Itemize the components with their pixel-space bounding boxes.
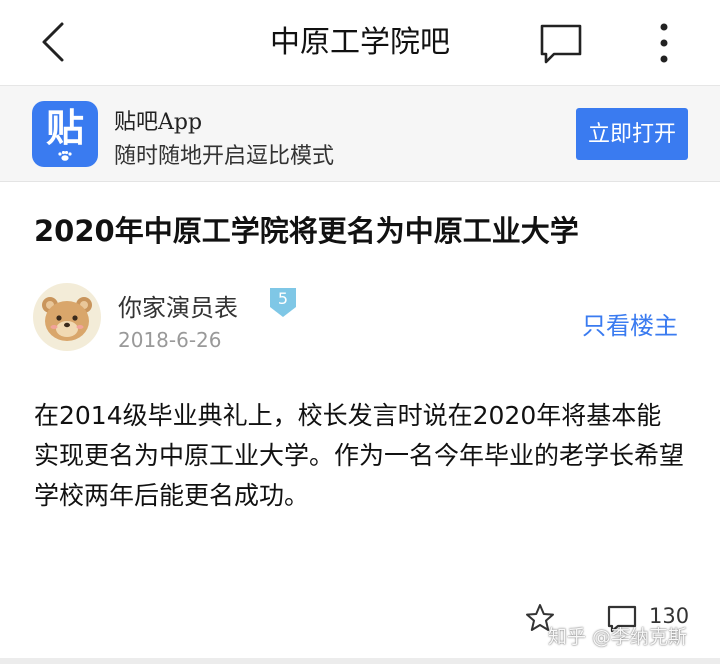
post-date: 2018-6-26 [118, 328, 222, 352]
post-title: 2020年中原工学院将更名为中原工业大学 [34, 214, 579, 248]
promo-app-name: 贴吧App [114, 110, 203, 135]
more-vertical-icon[interactable] [646, 20, 682, 66]
post-body: 在2014级毕业典礼上，校长发言时说在2020年将基本能实现更名为中原工业大学。… [34, 401, 685, 510]
level-badge: 5 [277, 289, 289, 308]
tieba-app-logo: 贴 [32, 101, 98, 167]
promo-tagline: 随时随地开启逗比模式 [114, 144, 335, 169]
app-promo-banner: 贴 贴吧App 随时随地开启逗比模式 立即打开 [0, 86, 720, 182]
watermark: 知乎 @李纳克斯 [548, 626, 688, 648]
page-title: 中原工学院吧 [270, 25, 450, 60]
top-navigation-bar: 中原工学院吧 [0, 0, 720, 86]
only-host-button[interactable]: 只看楼主 [582, 306, 678, 341]
avatar[interactable] [33, 283, 101, 351]
open-app-button[interactable]: 立即打开 [576, 108, 688, 160]
app-logo-glyph: 贴 [45, 106, 84, 150]
author-name[interactable]: 你家演员表 [118, 288, 238, 323]
paw-icon [58, 151, 72, 161]
comment-icon[interactable] [538, 22, 584, 66]
bottom-divider [0, 658, 720, 664]
bear-avatar-icon [42, 297, 92, 341]
